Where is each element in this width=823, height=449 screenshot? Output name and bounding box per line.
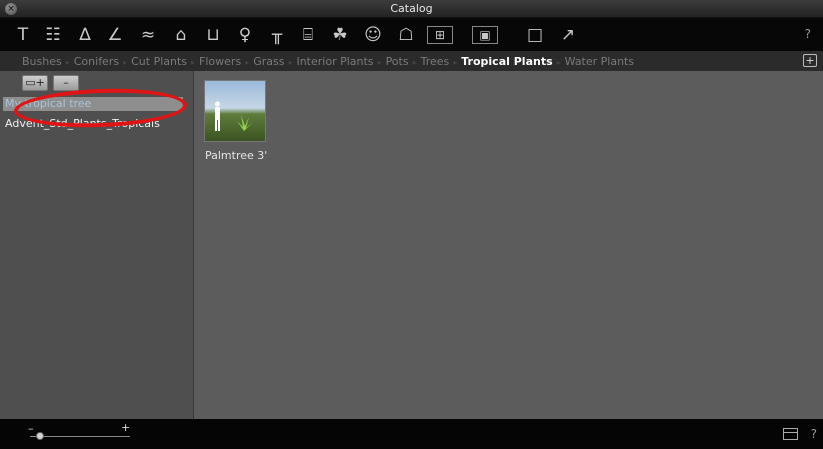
item-label: Palmtree 3' bbox=[205, 149, 268, 162]
window-title: Catalog bbox=[390, 2, 433, 15]
cursor-icon[interactable]: ↗ bbox=[555, 23, 581, 47]
catalog-toolbar: ? Τ ☷ ∆ ∠ ≈ ⌂ ⊔ ♀ ╥ ⌸ ☘ ☺ ☖ ⊞ ▣ □ ↗ bbox=[0, 18, 823, 51]
brick-wall-icon[interactable]: ☷ bbox=[40, 23, 66, 47]
view-mode-button[interactable] bbox=[783, 428, 798, 440]
brush-icon[interactable]: ∠ bbox=[102, 23, 128, 47]
palm-plant-icon bbox=[237, 115, 253, 131]
tab-tropical-plants[interactable]: Tropical Plants bbox=[461, 55, 552, 68]
category-bar: Bushes ▸ Conifers ▸ Cut Plants ▸ Flowers ▸ Grass… bbox=[0, 51, 823, 71]
help-bottom-button[interactable]: ? bbox=[811, 427, 817, 441]
stairs-icon[interactable]: ∆ bbox=[72, 23, 98, 47]
category-separator-icon: ▸ bbox=[556, 58, 561, 67]
tab-pots[interactable]: Pots bbox=[386, 55, 409, 68]
tab-bushes[interactable]: Bushes bbox=[22, 55, 62, 68]
title-bar: × Catalog bbox=[0, 0, 823, 18]
tab-interior-plants[interactable]: Interior Plants bbox=[296, 55, 373, 68]
folder-icon[interactable]: □ bbox=[522, 23, 548, 47]
zoom-slider[interactable] bbox=[30, 436, 130, 437]
zoom-slider-handle[interactable] bbox=[36, 432, 44, 440]
palmtree-thumbnail[interactable] bbox=[204, 80, 266, 142]
remove-button[interactable]: – bbox=[53, 75, 79, 91]
tab-cut-plants[interactable]: Cut Plants bbox=[131, 55, 187, 68]
car-icon[interactable]: ⌸ bbox=[295, 23, 321, 47]
zoom-out-label: – bbox=[28, 422, 34, 435]
people-icon[interactable]: ☺ bbox=[360, 23, 386, 47]
add-folder-button[interactable]: ▭+ bbox=[22, 75, 48, 91]
selection-box-icon[interactable]: ⊞ bbox=[427, 26, 453, 44]
tab-conifers[interactable]: Conifers bbox=[74, 55, 119, 68]
person-silhouette-icon bbox=[215, 101, 220, 131]
category-separator-icon: ▸ bbox=[288, 58, 293, 67]
sink-icon[interactable]: ⊔ bbox=[200, 23, 226, 47]
category-separator-icon: ▸ bbox=[412, 58, 417, 67]
building-icon[interactable]: ☖ bbox=[393, 23, 419, 47]
category-separator-icon: ▸ bbox=[123, 58, 128, 67]
bottom-bar: – + ? bbox=[0, 419, 823, 449]
category-separator-icon: ▸ bbox=[65, 58, 70, 67]
tab-trees[interactable]: Trees bbox=[421, 55, 450, 68]
tab-flowers[interactable]: Flowers bbox=[199, 55, 241, 68]
category-separator-icon: ▸ bbox=[191, 58, 196, 67]
new-category-button[interactable]: + bbox=[803, 54, 817, 67]
category-tabs: Bushes ▸ Conifers ▸ Cut Plants ▸ Flowers ▸ Grass… bbox=[22, 55, 638, 68]
zoom-in-label: + bbox=[121, 421, 131, 434]
category-separator-icon: ▸ bbox=[377, 58, 382, 67]
paint-roller-icon[interactable]: Τ bbox=[10, 23, 36, 47]
tab-water-plants[interactable]: Water Plants bbox=[565, 55, 634, 68]
lamp-icon[interactable]: ♀ bbox=[232, 23, 258, 47]
category-separator-icon: ▸ bbox=[245, 58, 250, 67]
help-button[interactable]: ? bbox=[805, 27, 811, 41]
water-texture-icon[interactable]: ≈ bbox=[135, 23, 161, 47]
category-separator-icon: ▸ bbox=[453, 58, 458, 67]
image-icon[interactable]: ▣ bbox=[472, 26, 498, 44]
plant-icon[interactable]: ☘ bbox=[327, 23, 353, 47]
table-icon[interactable]: ╥ bbox=[264, 23, 290, 47]
sofa-icon[interactable]: ⌂ bbox=[168, 23, 194, 47]
catalog-content: Palmtree 3' bbox=[195, 71, 823, 419]
tab-grass[interactable]: Grass bbox=[253, 55, 284, 68]
